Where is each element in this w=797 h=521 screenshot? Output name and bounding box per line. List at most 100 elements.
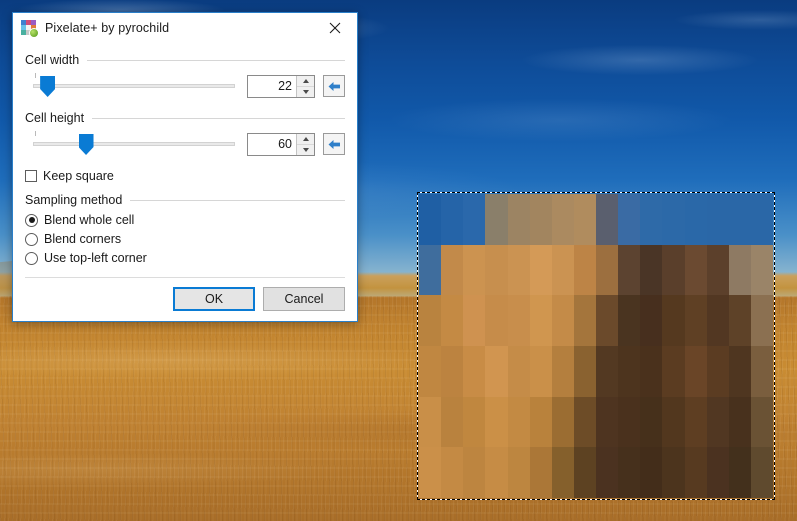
pixel-cell [441, 396, 464, 448]
cell-width-label: Cell width [25, 53, 80, 67]
pixel-cell [662, 194, 685, 245]
pixel-cell [441, 447, 464, 498]
pixelated-selection-preview [419, 194, 773, 498]
pixel-cell [419, 194, 442, 245]
caret-down-icon [302, 89, 309, 94]
pixel-cell [684, 396, 707, 448]
pixel-cell [529, 346, 552, 397]
cell-width-increment-button[interactable] [297, 75, 314, 87]
pixel-cell [485, 447, 508, 498]
group-separator-rule [130, 199, 345, 201]
pixel-cell [750, 396, 773, 448]
cell-width-slider-thumb[interactable] [40, 76, 56, 97]
pixel-cell [485, 244, 508, 296]
sampling-option-blend-corners[interactable]: Blend corners [25, 232, 345, 246]
slider-tick [35, 73, 36, 78]
pixel-cell [706, 447, 729, 498]
pixel-cell [529, 447, 552, 498]
pixel-cell [596, 194, 619, 245]
pixel-cell [706, 244, 729, 296]
cell-height-spinbox[interactable]: 60 [247, 132, 315, 156]
pixel-cell [419, 244, 442, 296]
slider-track [33, 84, 235, 88]
pixel-cell [573, 447, 596, 498]
radio-use-top-left-corner[interactable] [25, 251, 38, 265]
pixel-cell [419, 396, 442, 448]
group-separator-rule [92, 117, 345, 119]
sampling-option-label: Blend corners [44, 232, 122, 246]
close-button[interactable] [313, 14, 357, 43]
dialog-footer: OK Cancel [13, 278, 357, 321]
cell-height-increment-button[interactable] [297, 133, 314, 145]
cell-width-slider[interactable] [33, 73, 235, 99]
pixel-cell [596, 244, 619, 296]
slider-track [33, 142, 235, 146]
pixel-cell-grid [419, 194, 773, 498]
pixel-cell [618, 396, 641, 448]
pixelate-plugin-icon [21, 19, 39, 38]
pixel-cell [750, 194, 773, 245]
pixel-cell [529, 244, 552, 296]
pixel-cell [728, 194, 751, 245]
pixel-cell [750, 244, 773, 296]
sampling-method-group-label: Sampling method [25, 193, 345, 207]
dialog-title-bar[interactable]: Pixelate+ by pyrochild [13, 13, 357, 43]
pixel-cell [640, 244, 663, 296]
pixel-cell [573, 244, 596, 296]
caret-up-icon [302, 136, 309, 141]
pixel-cell [463, 244, 486, 296]
plugin-badge-icon [29, 27, 39, 38]
pixel-cell [573, 194, 596, 245]
cell-height-group-label: Cell height [25, 111, 345, 125]
pixel-cell [662, 295, 685, 346]
pixel-cell [419, 447, 442, 498]
pixel-cell [485, 295, 508, 346]
cell-height-slider[interactable] [33, 131, 235, 157]
pixel-cell [684, 295, 707, 346]
pixel-cell [419, 346, 442, 397]
pixel-cell [573, 346, 596, 397]
pixel-cell [507, 194, 530, 245]
pixel-cell [618, 346, 641, 397]
pixel-cell [485, 346, 508, 397]
pixel-cell [507, 244, 530, 296]
pixel-cell [750, 447, 773, 498]
cell-height-reset-button[interactable] [323, 133, 345, 155]
pixel-cell [419, 295, 442, 346]
keep-square-row[interactable]: Keep square [25, 169, 345, 183]
pixel-cell [684, 194, 707, 245]
pixel-cell [706, 346, 729, 397]
keep-square-label: Keep square [43, 169, 114, 183]
pixel-cell [662, 447, 685, 498]
pixel-cell [618, 194, 641, 245]
pixel-cell [507, 295, 530, 346]
pixel-cell [640, 346, 663, 397]
pixel-cell [618, 295, 641, 346]
pixel-cell [640, 194, 663, 245]
pixel-cell [728, 295, 751, 346]
radio-blend-whole-cell[interactable] [25, 213, 38, 227]
cell-width-group-label: Cell width [25, 53, 345, 67]
pixel-cell [706, 194, 729, 245]
pixel-cell [662, 346, 685, 397]
cell-height-slider-thumb[interactable] [78, 134, 94, 155]
cell-width-value[interactable]: 22 [248, 76, 296, 97]
pixel-cell [750, 346, 773, 397]
pixel-cell [706, 396, 729, 448]
pixel-cell [640, 396, 663, 448]
pixel-cell [596, 396, 619, 448]
cancel-button[interactable]: Cancel [263, 287, 345, 311]
pixel-cell [529, 295, 552, 346]
cell-width-decrement-button[interactable] [297, 86, 314, 97]
cell-width-reset-button[interactable] [323, 75, 345, 97]
sampling-option-blend-whole-cell[interactable]: Blend whole cell [25, 213, 345, 227]
sampling-option-use-top-left-corner[interactable]: Use top-left corner [25, 251, 345, 265]
keep-square-checkbox[interactable] [25, 170, 37, 182]
pixel-cell [529, 396, 552, 448]
cell-height-value[interactable]: 60 [248, 134, 296, 155]
cell-width-spinbox[interactable]: 22 [247, 74, 315, 98]
ok-button[interactable]: OK [173, 287, 255, 311]
pixel-cell [728, 244, 751, 296]
cell-height-decrement-button[interactable] [297, 144, 314, 155]
radio-blend-corners[interactable] [25, 232, 38, 246]
